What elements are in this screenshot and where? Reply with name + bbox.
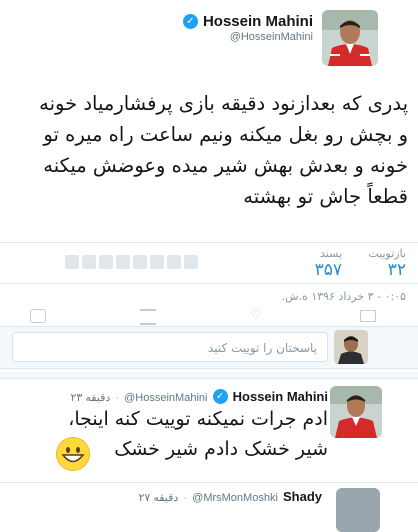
message-icon[interactable] xyxy=(360,310,376,322)
liker-avatars[interactable] xyxy=(62,254,198,273)
verified-badge-icon: ✓ xyxy=(182,14,198,29)
retweet-icon[interactable] xyxy=(140,309,156,325)
reply-author-name[interactable]: Hossein Mahini xyxy=(233,389,328,404)
liker-avatar xyxy=(133,255,147,269)
liker-avatar xyxy=(167,255,181,269)
verified-badge-icon: ✓ xyxy=(212,389,228,404)
action-bar: ♡ xyxy=(0,308,418,325)
reply-handle[interactable]: @HosseinMahini xyxy=(124,392,207,404)
like-icon[interactable]: ♡ xyxy=(250,308,262,323)
reply-time[interactable]: ۲۳ دقیقه xyxy=(70,392,110,404)
liker-avatar xyxy=(82,255,96,269)
liker-avatar xyxy=(99,255,113,269)
divider xyxy=(0,368,418,369)
tweet-text-line: و بچش رو بغل میکنه ونیم ساعت راه میره تو xyxy=(43,123,408,146)
author-handle[interactable]: @HosseinMahini xyxy=(230,31,313,43)
divider xyxy=(0,378,418,379)
liker-avatar xyxy=(184,255,198,269)
author-avatar[interactable] xyxy=(322,10,378,66)
reply-icon[interactable] xyxy=(30,309,46,323)
next-author-avatar[interactable] xyxy=(336,488,380,532)
like-stat[interactable]: پسند ۳۵۷ xyxy=(292,247,342,280)
retweet-count: ۳۲ xyxy=(387,260,406,280)
author-name-row[interactable]: ✓ Hossein Mahini xyxy=(182,11,313,30)
divider xyxy=(0,482,418,483)
divider xyxy=(0,242,418,243)
liker-avatar xyxy=(150,255,164,269)
reply-header: ۲۳ دقیقه · @HosseinMahini ✓ Hossein Mahi… xyxy=(70,389,328,404)
next-tweet-header: ۲۷ دقیقه · @MrsMonMoshki Shady xyxy=(138,489,322,504)
like-label: پسند xyxy=(320,247,342,260)
next-time[interactable]: ۲۷ دقیقه xyxy=(138,492,178,504)
tweet-text-line: خونه و بعدش بهش شیر میده وعوضش میکنه xyxy=(43,154,408,177)
tweet-text-line: پدری که بعدازنود دقیقه بازی پرفشارمیاد خ… xyxy=(39,92,408,115)
current-user-avatar[interactable] xyxy=(334,330,368,364)
grinning-face-emoji-icon xyxy=(56,437,90,471)
retweet-label: بازتوییت xyxy=(368,247,406,260)
next-handle[interactable]: @MrsMonMoshki xyxy=(192,492,278,504)
liker-avatar xyxy=(116,255,130,269)
reply-text-line: ادم جرات نمیکنه توییت کنه اینجا، xyxy=(68,408,328,430)
retweet-stat[interactable]: بازتوییت ۳۲ xyxy=(356,247,406,280)
liker-avatar xyxy=(65,255,79,269)
divider xyxy=(0,326,418,327)
like-count: ۳۵۷ xyxy=(314,260,342,280)
divider xyxy=(0,283,418,284)
author-name: Hossein Mahini xyxy=(202,13,313,30)
reply-input[interactable]: پاسختان را توییت کنید xyxy=(12,332,328,362)
next-author-name[interactable]: Shady xyxy=(283,489,322,504)
tweet-text-line: قطعاً جاش تو بهشته xyxy=(243,185,408,208)
tweet-timestamp[interactable]: ۰:۰۵ - ۳ خرداد ۱۳۹۶ ه.ش. xyxy=(282,290,406,303)
reply-author-avatar[interactable] xyxy=(330,386,382,438)
tweet-text: پدری که بعدازنود دقیقه بازی پرفشارمیاد خ… xyxy=(8,88,408,212)
